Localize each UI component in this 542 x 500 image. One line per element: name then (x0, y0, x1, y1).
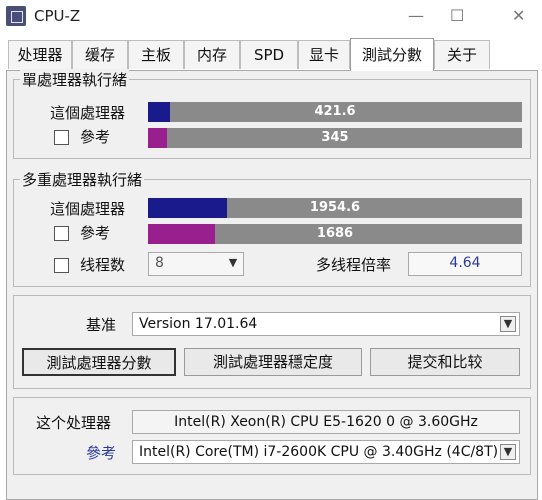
cpu-group: 这个处理器 Intel(R) Xeon(R) CPU E5-1620 0 @ 3… (13, 397, 531, 475)
multi-this-label: 這個處理器 (50, 200, 126, 218)
benchmark-group: 基准 Version 17.01.64 ▼ 測試處理器分數 測試處理器穩定度 提… (13, 295, 531, 389)
close-button[interactable]: ✕ (512, 6, 525, 25)
multi-thread-group: 多重處理器執行緒 這個處理器 1954.6 參考 1686 线程数 8 ▼ 多线… (13, 169, 531, 287)
window-title: CPU-Z (34, 7, 81, 25)
multi-ref-bar: 1686 (148, 224, 522, 244)
reference-cpu-label[interactable]: 參考 (86, 442, 116, 463)
tab-7[interactable]: 关于 (434, 40, 490, 69)
threads-value: 8 (155, 255, 164, 271)
this-cpu-value: Intel(R) Xeon(R) CPU E5-1620 0 @ 3.60GHz (132, 410, 520, 434)
benchmark-version-select[interactable]: Version 17.01.64 ▼ (132, 312, 520, 336)
tab-5[interactable]: 显卡 (298, 40, 350, 69)
minimize-button[interactable]: — (408, 6, 424, 25)
benchmark-version-value: Version 17.01.64 (139, 316, 258, 332)
tab-1[interactable]: 缓存 (72, 40, 128, 69)
this-cpu-label: 这个处理器 (36, 414, 112, 432)
tab-bar: 处理器 缓存 主板 内存 SPD 显卡 測試分數 关于 (8, 38, 534, 71)
reference-cpu-value: Intel(R) Core(TM) i7-2600K CPU @ 3.40GHz… (139, 444, 499, 460)
threads-checkbox[interactable] (54, 258, 69, 273)
ratio-value: 4.64 (408, 252, 522, 276)
multi-this-bar: 1954.6 (148, 198, 522, 218)
maximize-button[interactable]: ☐ (450, 6, 464, 25)
single-ref-value: 345 (321, 130, 349, 145)
ratio-label: 多线程倍率 (316, 256, 392, 274)
multi-ref-checkbox[interactable] (54, 226, 69, 241)
chevron-down-icon: ▼ (500, 316, 516, 332)
multi-this-value: 1954.6 (309, 200, 361, 215)
threads-label: 线程数 (80, 256, 126, 274)
multi-ref-label: 參考 (80, 224, 111, 242)
single-ref-bar: 345 (148, 128, 522, 148)
stress-cpu-button[interactable]: 測試處理器穩定度 (184, 348, 362, 376)
threads-select[interactable]: 8 ▼ (148, 252, 244, 276)
reference-cpu-select[interactable]: Intel(R) Core(TM) i7-2600K CPU @ 3.40GHz… (132, 440, 520, 464)
single-ref-checkbox[interactable] (54, 130, 69, 145)
single-this-label: 這個處理器 (50, 104, 126, 122)
cpuz-app-icon (6, 6, 26, 26)
title-bar: CPU-Z — ☐ ✕ (0, 0, 542, 34)
chevron-down-icon: ▼ (228, 256, 238, 269)
multi-ref-value: 1686 (316, 226, 354, 241)
single-ref-label: 參考 (80, 128, 111, 146)
multi-thread-title: 多重處理器執行緒 (20, 169, 145, 190)
tab-3[interactable]: 内存 (184, 40, 240, 69)
tab-6[interactable]: 測試分數 (350, 38, 434, 71)
single-this-value: 421.6 (314, 104, 356, 119)
single-thread-group: 單處理器執行緒 這個處理器 421.6 參考 345 (13, 69, 531, 159)
tab-0[interactable]: 处理器 (8, 40, 72, 69)
benchmark-label: 基准 (86, 316, 117, 334)
bench-panel: 單處理器執行緒 這個處理器 421.6 參考 345 多重處理器執行緒 這個處理… (6, 69, 538, 500)
single-this-bar: 421.6 (148, 102, 522, 122)
tab-2[interactable]: 主板 (128, 40, 184, 69)
submit-compare-button[interactable]: 提交和比较 (370, 348, 520, 376)
tab-4[interactable]: SPD (240, 40, 298, 69)
single-thread-title: 單處理器執行緒 (20, 69, 130, 90)
test-cpu-button[interactable]: 測試處理器分數 (22, 348, 176, 376)
chevron-down-icon: ▼ (500, 444, 516, 460)
